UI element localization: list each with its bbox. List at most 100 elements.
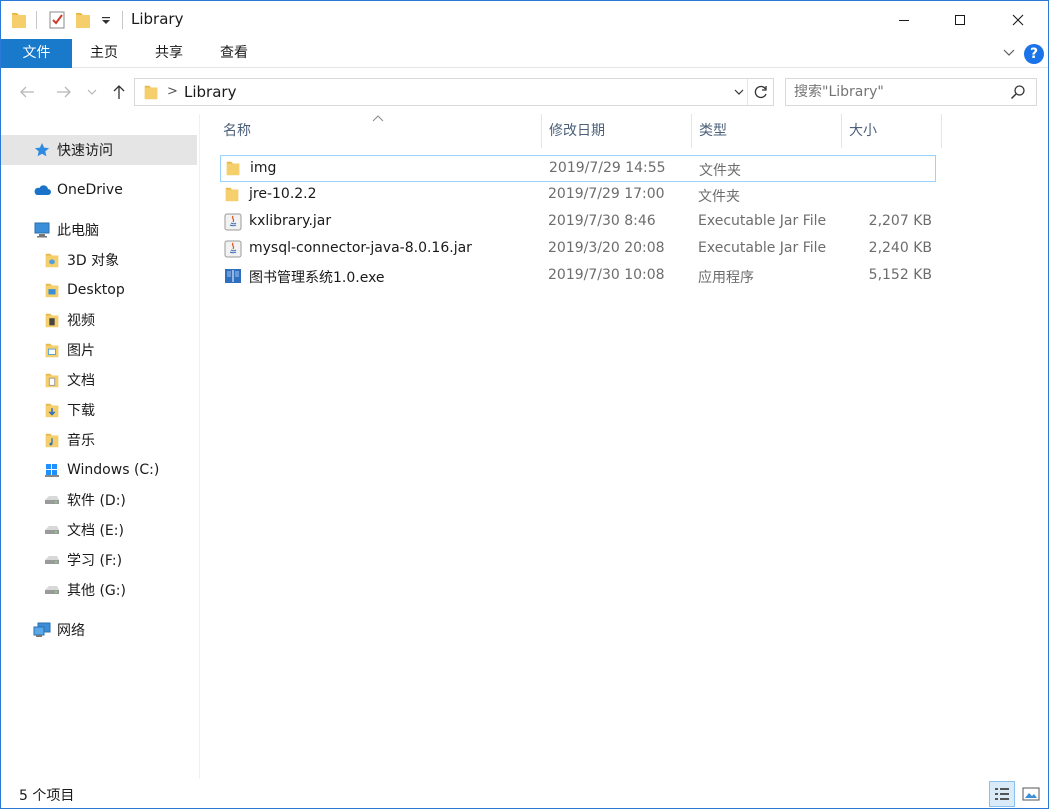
- windows-drive-icon: [43, 461, 61, 479]
- folder-icon: [143, 84, 159, 104]
- file-modified: 2019/3/20 20:08: [548, 240, 665, 256]
- explorer-window: Library 文件 主页 共享 查看 ? > Library 搜索"Libra…: [0, 0, 1049, 809]
- search-box[interactable]: [785, 78, 1037, 106]
- nav-label: 快速访问: [57, 143, 113, 159]
- nav-music[interactable]: 音乐: [1, 425, 197, 455]
- desktop-folder-icon: [43, 281, 61, 299]
- file-type: 文件夹: [699, 163, 741, 179]
- nav-downloads[interactable]: 下载: [1, 395, 197, 425]
- java-jar-icon: [224, 213, 242, 231]
- large-icons-view-icon[interactable]: [1018, 781, 1044, 807]
- new-folder-icon[interactable]: [75, 10, 91, 30]
- file-modified: 2019/7/30 8:46: [548, 213, 656, 229]
- nav-3d-objects[interactable]: 3D 对象: [1, 245, 197, 275]
- java-jar-icon: [224, 240, 242, 258]
- details-view-icon[interactable]: [989, 781, 1015, 807]
- ribbon-tabs: 文件 主页 共享 查看 ?: [1, 39, 1048, 68]
- breadcrumb-separator-icon[interactable]: >: [167, 84, 178, 99]
- file-modified: 2019/7/29 14:55: [549, 160, 666, 176]
- navigation-bar: > Library: [1, 68, 1048, 114]
- file-name: mysql-connector-java-8.0.16.jar: [249, 240, 472, 256]
- star-icon: [33, 141, 51, 159]
- file-modified: 2019/7/29 17:00: [548, 186, 665, 202]
- recent-locations-icon[interactable]: [85, 82, 99, 102]
- nav-label: 其他 (G:): [67, 583, 126, 599]
- file-list: 名称 修改日期 类型 大小 img 2019/7/29 14:55 文件夹 jr…: [200, 114, 1048, 779]
- maximize-button[interactable]: [937, 1, 983, 39]
- file-row[interactable]: mysql-connector-java-8.0.16.jar 2019/3/2…: [220, 236, 936, 263]
- folder-icon: [224, 186, 242, 204]
- breadcrumb-current[interactable]: Library: [184, 83, 236, 101]
- column-header-size[interactable]: 大小: [841, 114, 941, 148]
- search-icon[interactable]: [1010, 84, 1026, 104]
- file-size: 5,152 KB: [868, 267, 932, 283]
- nav-drive-d[interactable]: 软件 (D:): [1, 485, 197, 515]
- nav-desktop[interactable]: Desktop: [1, 275, 197, 305]
- nav-drive-e[interactable]: 文档 (E:): [1, 515, 197, 545]
- help-button[interactable]: ?: [1024, 44, 1044, 64]
- expand-ribbon-icon[interactable]: [1002, 45, 1016, 63]
- file-type: 文件夹: [698, 189, 740, 205]
- window-title: Library: [131, 10, 184, 28]
- file-type: 应用程序: [698, 270, 754, 286]
- tab-home[interactable]: 主页: [77, 39, 131, 68]
- tab-share[interactable]: 共享: [142, 39, 196, 68]
- book-app-icon: [224, 267, 242, 285]
- file-row[interactable]: jre-10.2.2 2019/7/29 17:00 文件夹: [220, 182, 936, 209]
- minimize-button[interactable]: [881, 1, 927, 39]
- folder-icon: [225, 160, 243, 178]
- column-header-type[interactable]: 类型: [691, 114, 841, 148]
- nav-documents[interactable]: 文档: [1, 365, 197, 395]
- nav-quick-access[interactable]: 快速访问: [1, 135, 197, 165]
- nav-network[interactable]: 网络: [1, 615, 197, 645]
- documents-folder-icon: [43, 371, 61, 389]
- file-row[interactable]: kxlibrary.jar 2019/7/30 8:46 Executable …: [220, 209, 936, 236]
- properties-icon[interactable]: [48, 10, 66, 30]
- close-button[interactable]: [995, 1, 1041, 39]
- file-name: jre-10.2.2: [249, 186, 317, 202]
- downloads-folder-icon: [43, 401, 61, 419]
- navigation-pane: 快速访问 OneDrive 此电脑 3D 对象 Desktop 视频 图片 文档…: [1, 114, 200, 779]
- nav-drive-g[interactable]: 其他 (G:): [1, 575, 197, 605]
- nav-label: 学习 (F:): [67, 553, 123, 569]
- file-row[interactable]: 图书管理系统1.0.exe 2019/7/30 10:08 应用程序 5,152…: [220, 263, 936, 290]
- address-dropdown-icon[interactable]: [733, 86, 745, 102]
- nav-this-pc[interactable]: 此电脑: [1, 215, 197, 245]
- nav-label: OneDrive: [57, 182, 123, 198]
- nav-label: 音乐: [67, 433, 95, 449]
- video-folder-icon: [43, 311, 61, 329]
- file-size: 2,240 KB: [868, 240, 932, 256]
- tab-file[interactable]: 文件: [1, 39, 72, 68]
- nav-videos[interactable]: 视频: [1, 305, 197, 335]
- nav-onedrive[interactable]: OneDrive: [1, 175, 197, 205]
- nav-label: 此电脑: [57, 223, 99, 239]
- drive-icon: [43, 581, 61, 599]
- folder-3d-icon: [43, 251, 61, 269]
- search-input[interactable]: [794, 84, 994, 100]
- column-header-modified[interactable]: 修改日期: [541, 114, 691, 148]
- pictures-folder-icon: [43, 341, 61, 359]
- file-type: Executable Jar File: [698, 240, 827, 256]
- up-arrow-icon[interactable]: [109, 82, 129, 102]
- file-modified: 2019/7/30 10:08: [548, 267, 665, 283]
- drive-icon: [43, 521, 61, 539]
- refresh-icon[interactable]: [753, 84, 769, 104]
- tab-view[interactable]: 查看: [207, 39, 261, 68]
- drive-icon: [43, 551, 61, 569]
- forward-arrow-icon[interactable]: [54, 82, 74, 102]
- nav-label: 下载: [67, 403, 95, 419]
- nav-drive-f[interactable]: 学习 (F:): [1, 545, 197, 575]
- customize-toolbar-icon[interactable]: [101, 10, 111, 30]
- item-count: 5 个项目: [19, 788, 75, 804]
- nav-drive-c[interactable]: Windows (C:): [1, 455, 197, 485]
- sort-ascending-icon: [372, 114, 384, 125]
- address-bar[interactable]: > Library: [134, 78, 774, 106]
- file-row[interactable]: img 2019/7/29 14:55 文件夹: [220, 155, 936, 182]
- nav-pictures[interactable]: 图片: [1, 335, 197, 365]
- folder-icon[interactable]: [11, 10, 27, 30]
- file-name: img: [250, 160, 277, 176]
- nav-label: Windows (C:): [67, 462, 160, 478]
- file-name: kxlibrary.jar: [249, 213, 332, 229]
- back-arrow-icon[interactable]: [17, 82, 37, 102]
- network-icon: [33, 621, 51, 639]
